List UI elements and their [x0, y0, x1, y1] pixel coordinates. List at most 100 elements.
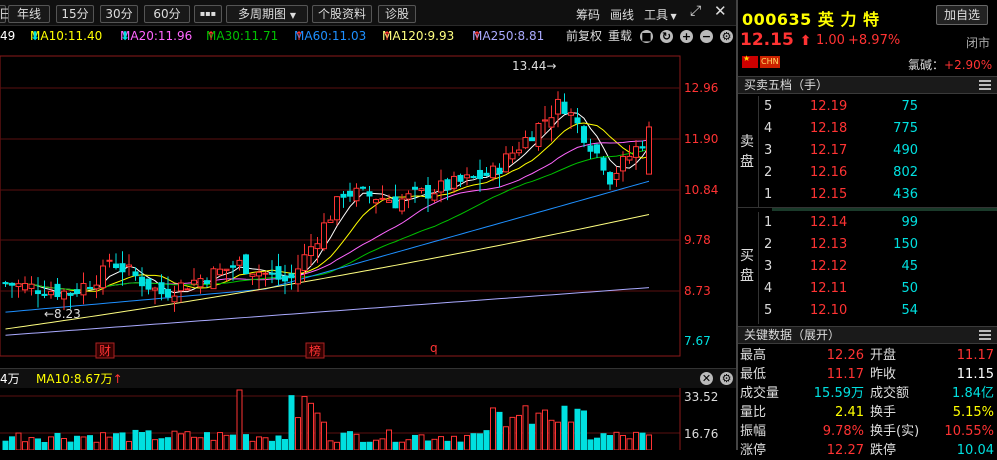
volume-bar [256, 436, 262, 450]
arrow-up-icon: ↑ [382, 29, 393, 43]
overlay-button[interactable]: 重载 [608, 26, 632, 46]
volume-bar [457, 441, 464, 450]
volume-bar [633, 431, 639, 450]
keydata-value: 9.78% [822, 424, 864, 439]
volume-bar [522, 405, 529, 450]
china-flag-icon: ★ [742, 54, 758, 68]
buy-label-1: 买 [740, 248, 754, 264]
close-icon[interactable]: ✕ [700, 372, 713, 385]
period-60min-button[interactable]: 60分 [144, 5, 190, 23]
volume-bar [119, 432, 126, 450]
candles [2, 91, 652, 312]
bid-price[interactable]: 12.13 [810, 234, 847, 255]
candle-body [308, 246, 314, 257]
q-marker: q [430, 341, 438, 355]
candle-body [587, 145, 594, 152]
period-day-button[interactable]: 日 [0, 5, 11, 23]
candle-body [132, 271, 139, 277]
fullscreen-icon[interactable]: ⤢ [690, 3, 701, 19]
tools-dropdown[interactable]: 工具 ▼ [644, 6, 677, 23]
settings-icon[interactable]: ⚙ [720, 372, 733, 385]
arrow-up-icon: ↑ [294, 29, 305, 43]
price-tick: 10.84 [684, 183, 718, 197]
volume-bar [93, 441, 100, 450]
candle-body [522, 137, 529, 149]
volume-bar [67, 441, 74, 450]
multi-period-dropdown[interactable]: 多周期图 ▼ [226, 5, 308, 23]
volume-bar [249, 440, 256, 450]
volume-bar [41, 441, 48, 450]
volume-header: 4万 MA10:8.67万↑ ✕ ⚙ [0, 368, 737, 388]
ma60-text: MA60:11.03 [294, 29, 367, 43]
zoom-in-icon[interactable]: + [680, 30, 693, 43]
candle-body [184, 288, 191, 291]
volume-bar [594, 437, 600, 450]
bid-price[interactable]: 12.14 [810, 212, 847, 233]
diagnose-button[interactable]: 诊股 [378, 5, 416, 23]
volume-bar [418, 434, 425, 450]
arrow-down-icon: ⬇ [120, 29, 131, 43]
ask-price[interactable]: 12.16 [810, 162, 847, 183]
candle-body [126, 264, 132, 268]
ma10-text: MA10:11.40 [30, 29, 103, 43]
settings-icon[interactable]: ⚙ [720, 30, 733, 43]
volume-bar [548, 419, 555, 450]
volume-bar [470, 433, 477, 450]
lock-icon[interactable]: ■ [640, 30, 653, 43]
volume-bar [600, 433, 607, 450]
add-watchlist-button[interactable]: 加自选 [936, 5, 988, 25]
finance-marker: 财 [99, 344, 111, 358]
candle-body [171, 295, 178, 303]
ask-price[interactable]: 12.18 [810, 118, 847, 139]
bid-volume: 54 [901, 303, 918, 318]
candle-body [158, 282, 165, 295]
volume-bar [503, 426, 509, 450]
period-year-button[interactable]: 年线 [8, 5, 50, 23]
menu-icon[interactable] [979, 80, 991, 90]
volume-bar [379, 438, 386, 450]
keydata-header[interactable]: 关键数据（展开） [738, 326, 997, 344]
zoom-out-icon[interactable]: − [700, 30, 713, 43]
sector-info[interactable]: 氯碱：+2.90% [908, 56, 992, 73]
candle-body [282, 275, 288, 282]
volume-chart[interactable]: 33.52 16.76 [0, 388, 737, 450]
adjust-forward-button[interactable]: 前复权 [566, 26, 602, 46]
volume-bar [184, 431, 191, 450]
candle-body [217, 268, 223, 276]
volume-bar [646, 434, 652, 450]
stock-info-button[interactable]: 个股资料 [312, 5, 372, 23]
ask-price[interactable]: 12.15 [810, 184, 847, 205]
volume-bar [581, 410, 587, 450]
ask-volume: 490 [893, 143, 918, 158]
ask-price[interactable]: 12.17 [810, 140, 847, 161]
period-30min-button[interactable]: 30分 [100, 5, 138, 23]
candle-body [41, 293, 48, 296]
ask-price[interactable]: 12.19 [810, 96, 847, 117]
orderbook-header[interactable]: 买卖五档（手） [738, 76, 997, 94]
volume-bar [555, 421, 561, 450]
bid-price[interactable]: 12.11 [810, 278, 847, 299]
candlestick-chart[interactable]: 13.44→ ←8.23 财 榜 q 12.96 11.90 10.84 9.7… [0, 46, 737, 368]
volume-bar [535, 412, 542, 450]
bid-level: 3 [764, 259, 773, 274]
close-icon[interactable]: ✕ [714, 2, 727, 20]
chips-button[interactable]: 筹码 [576, 6, 600, 23]
candle-body [639, 146, 646, 149]
bid-price[interactable]: 12.12 [810, 256, 847, 277]
volume-bar [360, 441, 366, 450]
volume-bar [191, 436, 197, 450]
draw-line-button[interactable]: 画线 [610, 6, 634, 23]
more-periods-button[interactable]: ▪▪▪ [194, 5, 222, 23]
menu-icon[interactable] [979, 330, 991, 340]
refresh-icon[interactable]: ↻ [660, 30, 673, 43]
bid-level: 1 [764, 215, 773, 230]
candle-body [269, 272, 275, 275]
period-15min-button[interactable]: 15分 [56, 5, 94, 23]
bid-price[interactable]: 12.10 [810, 300, 847, 321]
volume-bar [483, 430, 490, 450]
candle-body [399, 198, 405, 212]
candle-body [646, 126, 652, 175]
price-tick: 12.96 [684, 81, 718, 95]
ask-section: 卖盘 5 12.19 75 4 12.18 775 3 12.17 490 2 12.… [738, 96, 997, 208]
chevron-down-icon: ▼ [289, 11, 296, 20]
